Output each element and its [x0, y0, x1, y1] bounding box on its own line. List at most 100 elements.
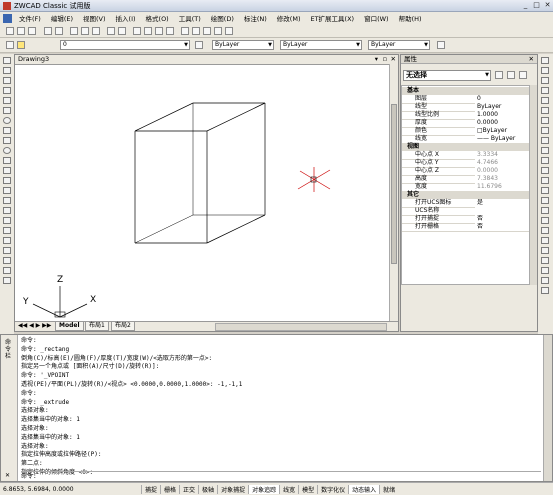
erase-icon[interactable] — [541, 57, 549, 64]
doc-close-icon[interactable]: ✕ — [391, 55, 396, 63]
point-icon[interactable] — [3, 187, 11, 194]
color-combo[interactable]: ByLayer ▼ — [212, 40, 274, 50]
menu-file[interactable]: 文件(F) — [14, 13, 46, 23]
property-value[interactable]: 11.6796 — [475, 183, 532, 191]
area-icon[interactable] — [541, 237, 549, 244]
polygon-icon[interactable] — [3, 87, 11, 94]
status-dynamic-input[interactable]: 动态输入 — [348, 484, 380, 494]
mtext-icon[interactable] — [3, 237, 11, 244]
make-block-icon[interactable] — [3, 177, 11, 184]
scroll-thumb[interactable] — [391, 104, 397, 264]
tool-palette-icon[interactable] — [203, 27, 211, 35]
menu-help[interactable]: 帮助(H) — [394, 13, 427, 23]
property-value[interactable]: —— ByLayer — [475, 135, 532, 143]
maximize-button[interactable]: □ — [531, 1, 542, 10]
property-value[interactable]: ByLayer — [475, 103, 532, 111]
status-lineweight[interactable]: 线宽 — [279, 484, 298, 494]
image-icon[interactable] — [3, 247, 11, 254]
table-icon[interactable] — [3, 227, 11, 234]
mirror-icon[interactable] — [541, 77, 549, 84]
status-otrack[interactable]: 对象追踪 — [248, 484, 280, 494]
property-value[interactable]: 否 — [475, 215, 532, 223]
status-digitizer[interactable]: 数字化仪 — [317, 484, 348, 494]
tab-nav-arrows-icon[interactable]: ◀◀ ◀ ▶ ▶▶ — [18, 322, 51, 329]
linetype-combo[interactable]: ByLayer ▼ — [280, 40, 362, 50]
select-objects-icon[interactable] — [507, 71, 515, 79]
circle-icon[interactable] — [3, 117, 11, 124]
scale-icon[interactable] — [541, 127, 549, 134]
lineweight-combo[interactable]: ByLayer ▼ — [368, 40, 430, 50]
panel-close-icon[interactable]: ✕ — [529, 55, 534, 64]
menu-window[interactable]: 窗口(W) — [359, 13, 394, 23]
property-value[interactable]: 4.7466 — [475, 159, 532, 167]
explode-icon[interactable] — [541, 217, 549, 224]
zoom-realtime-icon[interactable] — [144, 27, 152, 35]
pan-icon[interactable] — [133, 27, 141, 35]
property-value[interactable]: 是 — [475, 199, 532, 207]
horizontal-scrollbar[interactable] — [215, 323, 387, 331]
move-icon[interactable] — [541, 107, 549, 114]
wipeout-icon[interactable] — [3, 257, 11, 264]
property-section-header[interactable]: 其它 — [402, 191, 532, 199]
ellipse-icon[interactable] — [3, 147, 11, 154]
help-icon[interactable] — [225, 27, 233, 35]
property-value[interactable]: 0.0000 — [475, 167, 532, 175]
status-osnap[interactable]: 对象捕捉 — [217, 484, 248, 494]
break-icon[interactable] — [541, 177, 549, 184]
new-icon[interactable] — [6, 27, 14, 35]
close-button[interactable]: ✕ — [542, 1, 553, 10]
ellipse-arc-icon[interactable] — [3, 157, 11, 164]
cut-icon[interactable] — [70, 27, 78, 35]
quick-select-icon[interactable] — [495, 71, 503, 79]
print-icon[interactable] — [44, 27, 52, 35]
menu-dimension[interactable]: 标注(N) — [239, 13, 272, 23]
vertical-scrollbar[interactable] — [389, 64, 398, 323]
preview-icon[interactable] — [55, 27, 63, 35]
menu-et-tools[interactable]: ET扩展工具(X) — [305, 13, 359, 23]
id-point-icon[interactable] — [541, 257, 549, 264]
solid-icon[interactable] — [3, 277, 11, 284]
menu-draw[interactable]: 绘图(D) — [206, 13, 239, 23]
command-close-icon[interactable]: ✕ — [5, 472, 10, 479]
status-grid[interactable]: 栅格 — [160, 484, 179, 494]
hatch-icon[interactable] — [3, 197, 11, 204]
property-value[interactable]: 0 — [475, 95, 532, 103]
zoom-previous-icon[interactable] — [166, 27, 174, 35]
property-section-header[interactable]: 基本 — [402, 87, 532, 95]
save-icon[interactable] — [28, 27, 36, 35]
polyline-icon[interactable] — [3, 77, 11, 84]
design-center-icon[interactable] — [192, 27, 200, 35]
menu-insert[interactable]: 插入(I) — [111, 13, 141, 23]
donut-icon[interactable] — [3, 267, 11, 274]
spline-icon[interactable] — [3, 137, 11, 144]
property-value[interactable]: □ByLayer — [475, 127, 532, 135]
command-input[interactable]: 命令: — [21, 471, 541, 482]
minimize-button[interactable]: _ — [520, 1, 531, 10]
layer-manager-icon[interactable] — [6, 41, 14, 49]
menu-format[interactable]: 格式(O) — [141, 13, 174, 23]
menu-edit[interactable]: 编辑(E) — [46, 13, 78, 23]
status-snap[interactable]: 捕捉 — [141, 484, 160, 494]
tab-model[interactable]: Model — [55, 322, 84, 331]
property-value[interactable]: 否 — [475, 223, 532, 231]
revcloud-icon[interactable] — [3, 127, 11, 134]
property-value[interactable]: 3.3334 — [475, 151, 532, 159]
redo-icon[interactable] — [118, 27, 126, 35]
doc-restore-icon[interactable]: ▫ — [383, 55, 387, 63]
rotate-icon[interactable] — [541, 117, 549, 124]
distance-icon[interactable] — [541, 227, 549, 234]
line-icon[interactable] — [3, 57, 11, 64]
rectangle-icon[interactable] — [3, 97, 11, 104]
menu-view[interactable]: 视图(V) — [78, 13, 111, 23]
array-icon[interactable] — [541, 97, 549, 104]
property-value[interactable] — [475, 207, 532, 215]
selection-combo[interactable]: 无选择 ▼ — [403, 70, 491, 81]
offset-icon[interactable] — [541, 87, 549, 94]
make-current-layer-icon[interactable] — [195, 41, 203, 49]
paste-icon[interactable] — [92, 27, 100, 35]
status-model[interactable]: 模型 — [298, 484, 317, 494]
zoom-window-icon[interactable] — [155, 27, 163, 35]
status-ortho[interactable]: 正交 — [179, 484, 198, 494]
command-scrollbar[interactable] — [543, 335, 552, 481]
edit-text-icon[interactable] — [541, 277, 549, 284]
